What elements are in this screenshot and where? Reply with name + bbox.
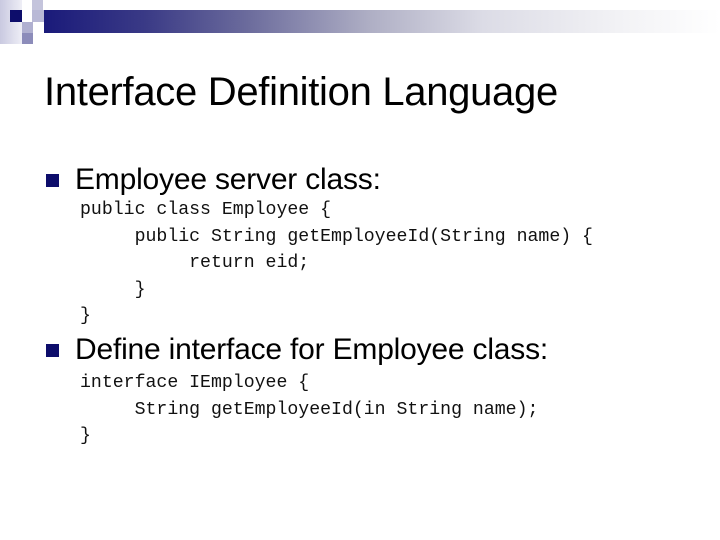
code-line: }: [80, 306, 91, 326]
deco-square: [22, 33, 33, 44]
square-bullet-icon: [46, 173, 59, 187]
deco-square: [10, 10, 22, 22]
deco-square: [0, 0, 22, 44]
deco-square: [32, 10, 44, 22]
bullet-item: Define interface for Employee class:: [46, 332, 548, 368]
code-line: public class Employee {: [80, 200, 332, 220]
code-line: interface IEmployee {: [80, 373, 310, 393]
header-gradient-bar: [44, 10, 720, 33]
bullet-text: Define interface for Employee class:: [75, 333, 549, 366]
code-line: String getEmployeeId(in String name);: [80, 399, 539, 420]
code-line: }: [80, 279, 146, 300]
code-line: public String getEmployeeId(String name)…: [80, 226, 593, 247]
slide-title: Interface Definition Language: [44, 70, 558, 114]
deco-square: [22, 22, 33, 33]
square-bullet-icon: [46, 343, 59, 357]
code-block: interface IEmployee { String getEmployee…: [80, 370, 538, 450]
bullet-text: Employee server class:: [75, 163, 381, 196]
bullet-item: Employee server class:: [46, 162, 381, 198]
code-line: }: [80, 426, 91, 446]
code-line: return eid;: [80, 253, 310, 273]
code-block: public class Employee { public String ge…: [80, 197, 593, 330]
